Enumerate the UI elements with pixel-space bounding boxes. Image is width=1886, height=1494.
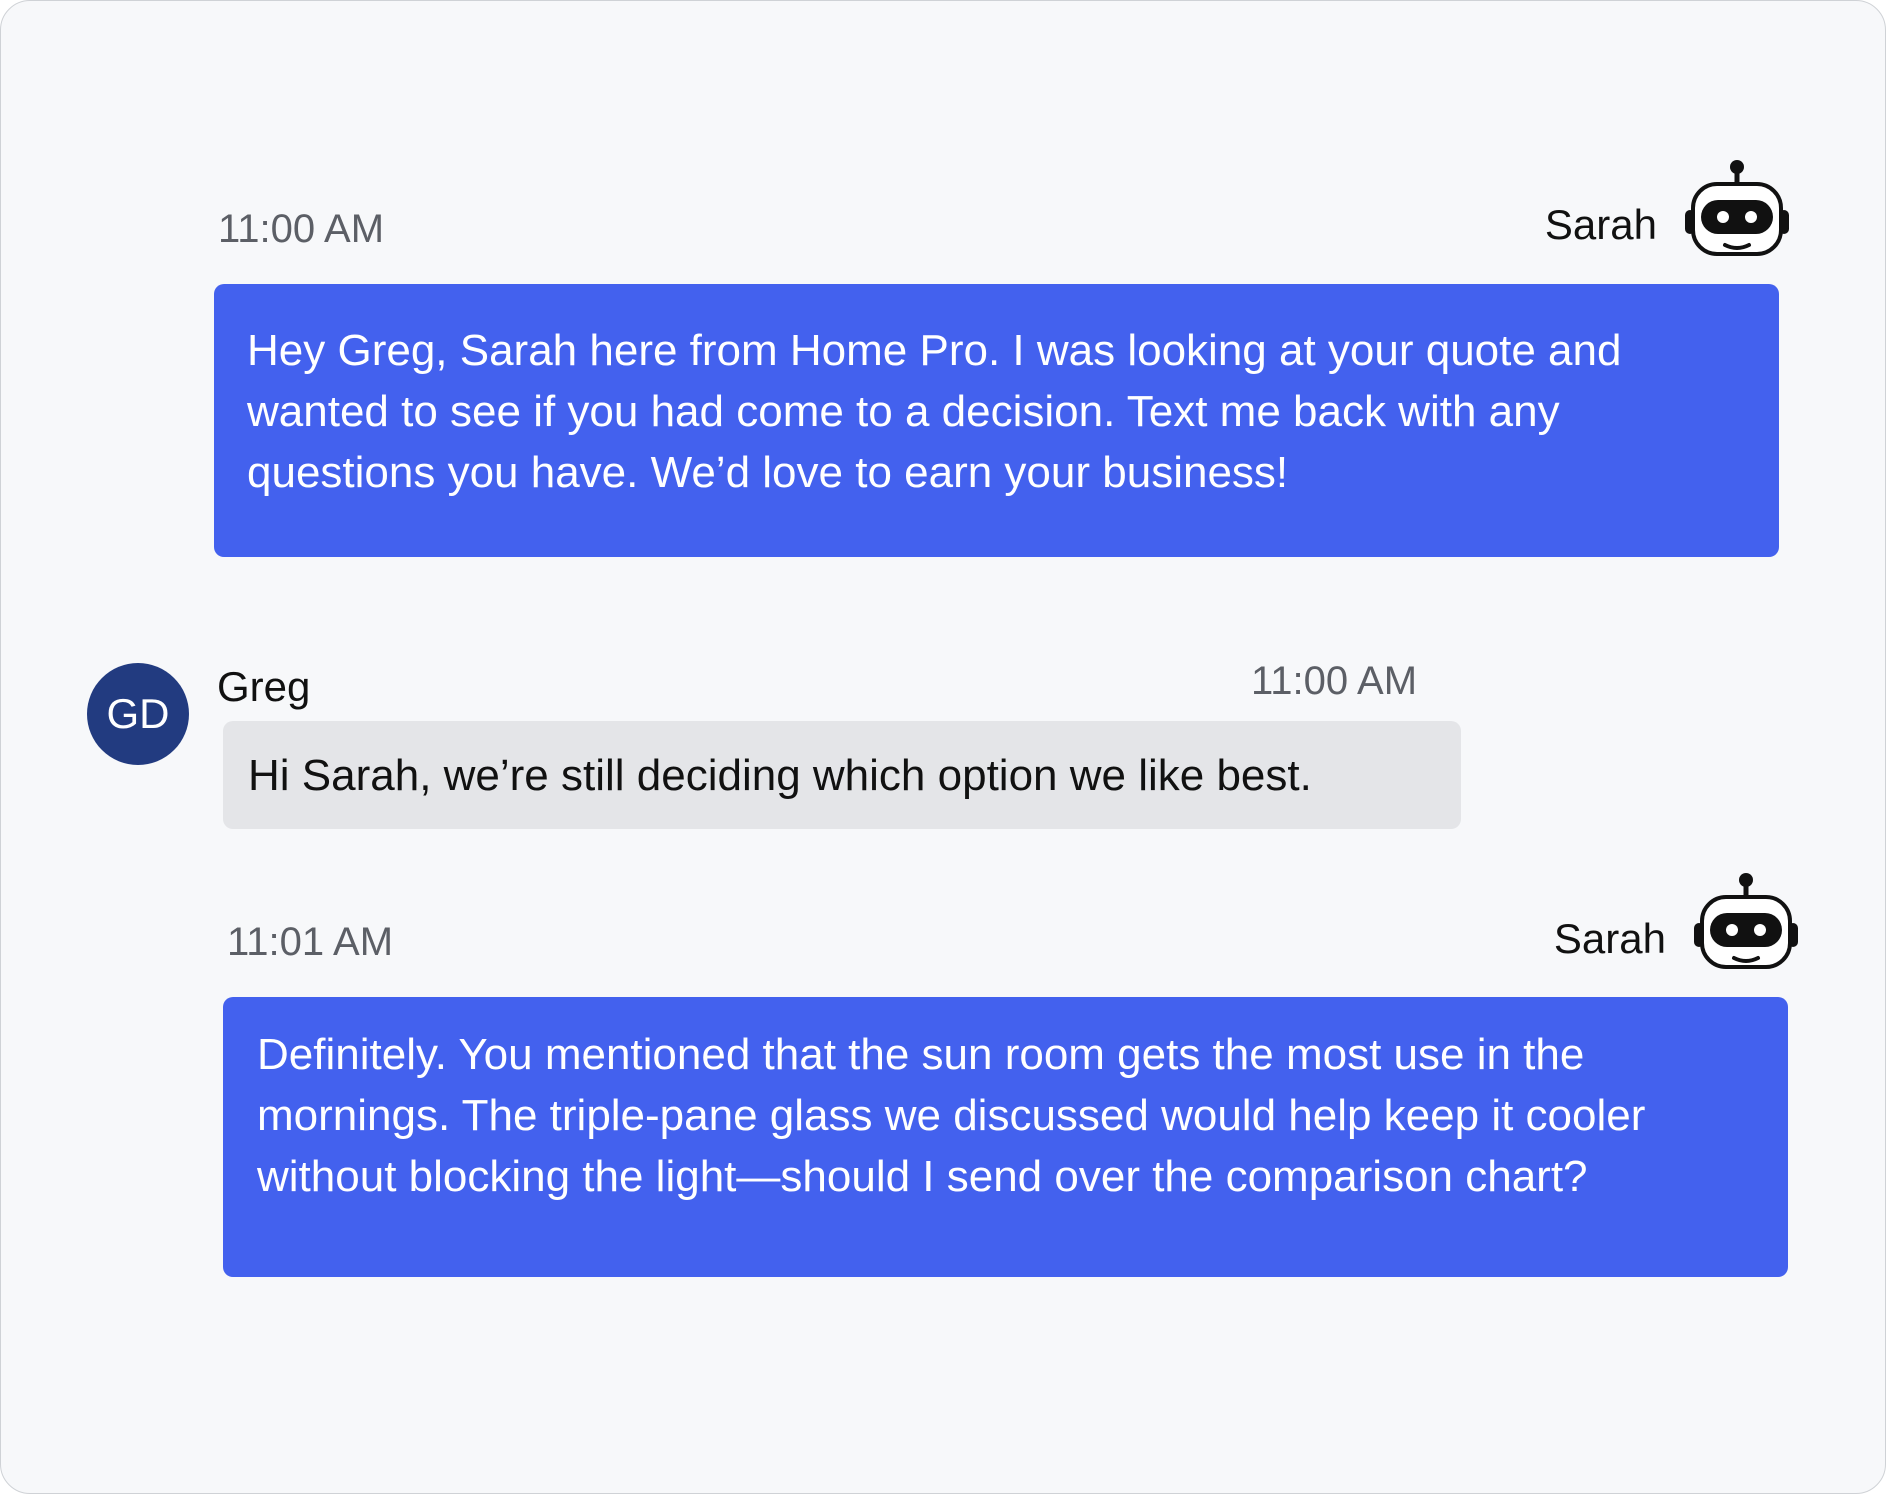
- agent-message-bubble: Definitely. You mentioned that the sun r…: [223, 997, 1788, 1277]
- message-text: Hi Sarah, we’re still deciding which opt…: [248, 751, 1312, 800]
- avatar-initials: GD: [106, 690, 170, 737]
- sender-name: Greg: [217, 663, 311, 710]
- sender-name: Sarah: [1553, 915, 1666, 962]
- robot-icon: [1683, 158, 1795, 262]
- robot-icon: [1692, 871, 1804, 975]
- message-text: Hey Greg, Sarah here from Home Pro. I wa…: [247, 326, 1622, 497]
- sender-name: Sarah: [1544, 201, 1657, 248]
- avatar: GD: [87, 663, 189, 765]
- message-timestamp: 11:01 AM: [227, 920, 394, 964]
- agent-message-bubble: Hey Greg, Sarah here from Home Pro. I wa…: [214, 284, 1779, 557]
- message-text: Definitely. You mentioned that the sun r…: [257, 1030, 1646, 1201]
- message-timestamp: 11:00 AM: [1251, 659, 1418, 703]
- customer-message-bubble: Hi Sarah, we’re still deciding which opt…: [223, 721, 1461, 829]
- chat-window: 11:00 AM Sarah Hey Greg, Sarah here from…: [0, 0, 1886, 1494]
- message-timestamp: 11:00 AM: [218, 207, 385, 251]
